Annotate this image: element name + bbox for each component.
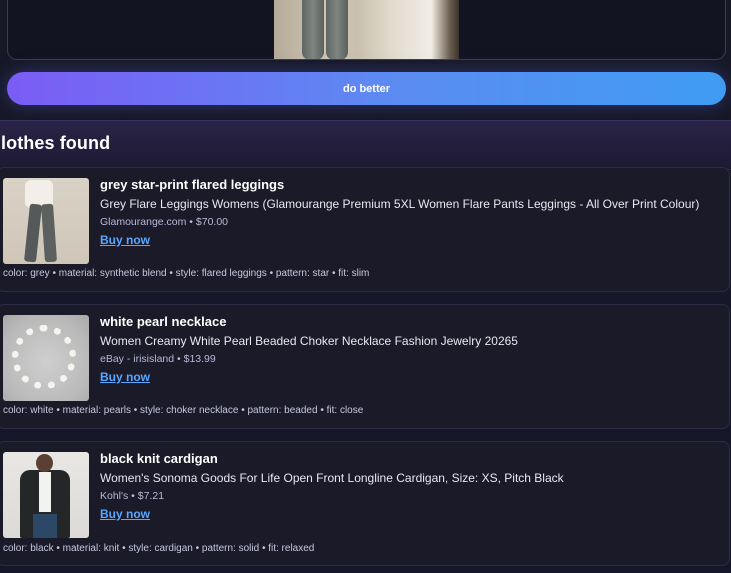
product-attributes: color: white • material: pearls • style:… — [3, 405, 364, 416]
buy-now-link[interactable]: Buy now — [100, 233, 150, 247]
product-thumbnail-cardigan[interactable] — [3, 452, 89, 538]
product-description: Grey Flare Leggings Womens (Glamourange … — [100, 197, 700, 211]
product-thumbnail-leggings[interactable] — [3, 178, 89, 264]
product-description: Women's Sonoma Goods For Life Open Front… — [100, 471, 564, 485]
results-heading: lothes found — [1, 133, 111, 153]
uploaded-photo-frame — [7, 0, 726, 60]
product-source-price: Kohl's • $7.21 — [100, 490, 165, 502]
uploaded-outfit-photo — [274, 0, 459, 59]
product-attributes: color: black • material: knit • style: c… — [3, 543, 315, 554]
product-attributes: color: grey • material: synthetic blend … — [3, 268, 370, 279]
buy-now-link[interactable]: Buy now — [100, 370, 150, 384]
product-title: white pearl necklace — [100, 314, 227, 329]
product-description: Women Creamy White Pearl Beaded Choker N… — [100, 334, 518, 348]
product-source-price: Glamourange.com • $70.00 — [100, 216, 228, 228]
do-better-button[interactable]: do better — [7, 72, 726, 105]
buy-now-link[interactable]: Buy now — [100, 507, 150, 521]
product-source-price: eBay - irisisland • $13.99 — [100, 353, 216, 365]
product-thumbnail-necklace[interactable] — [3, 315, 89, 401]
product-title: grey star-print flared leggings — [100, 177, 285, 192]
product-title: black knit cardigan — [100, 451, 218, 466]
